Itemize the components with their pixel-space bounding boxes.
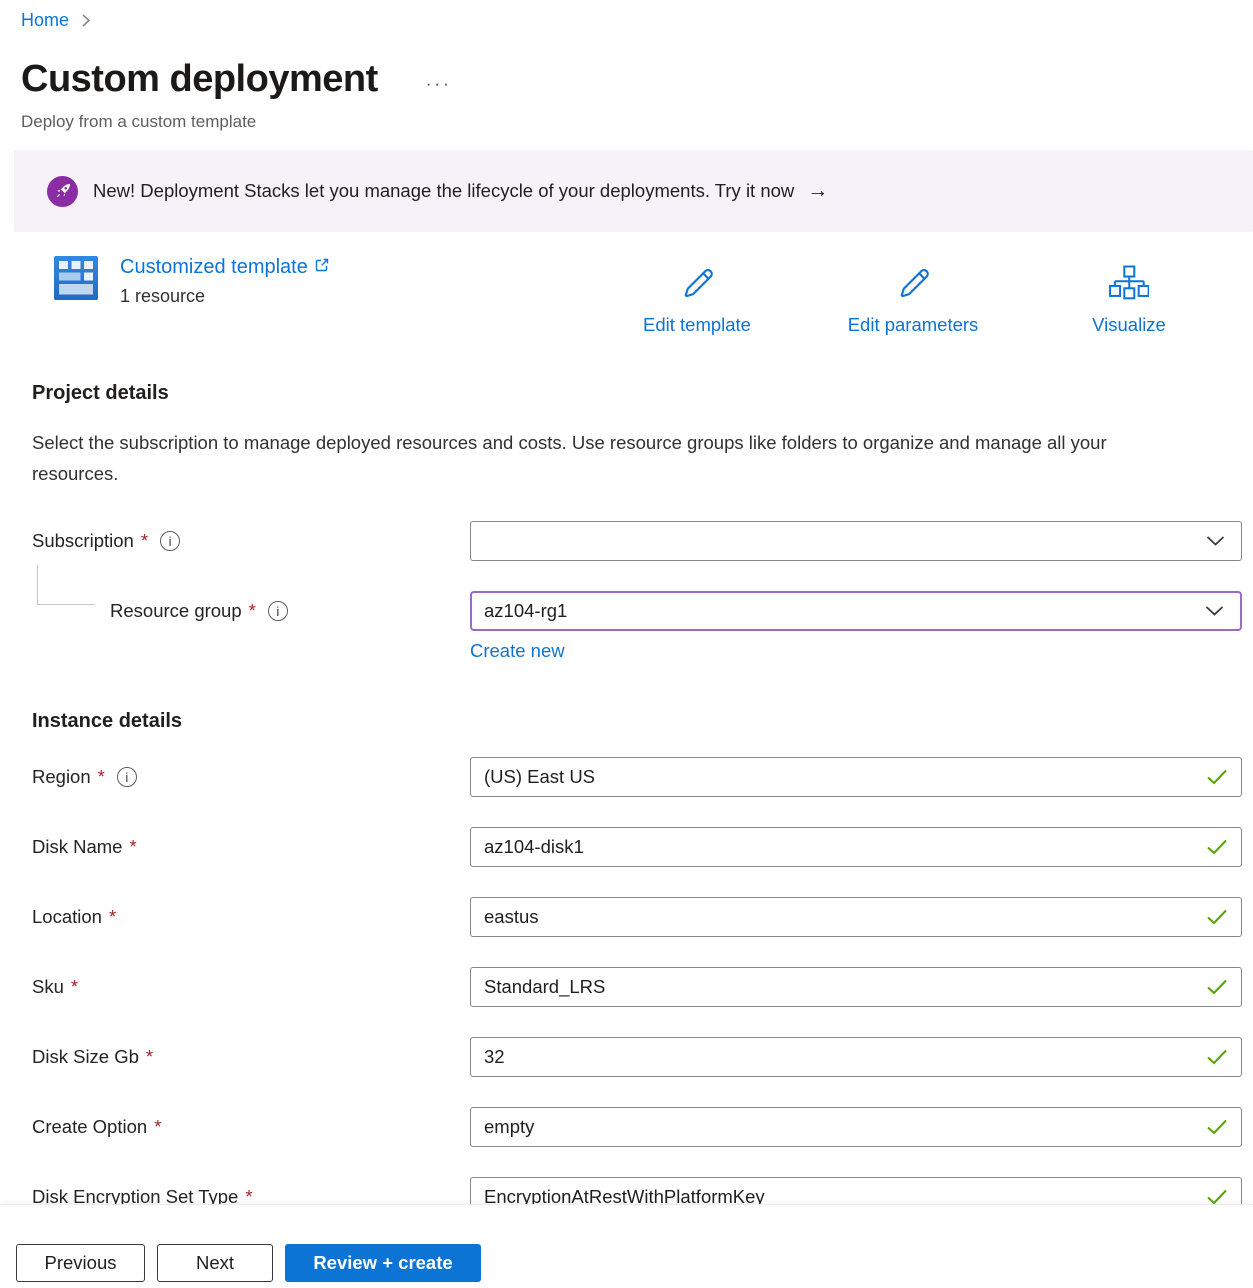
breadcrumb-chevron-icon — [81, 13, 92, 28]
previous-button[interactable]: Previous — [16, 1244, 145, 1282]
region-value: (US) East US — [484, 766, 595, 788]
sku-label: Sku * — [32, 967, 470, 1007]
required-marker: * — [129, 827, 136, 867]
disk-name-label: Disk Name * — [32, 827, 470, 867]
disk-name-value: az104-disk1 — [484, 836, 584, 858]
required-marker: * — [146, 1037, 153, 1077]
breadcrumb-home-link[interactable]: Home — [21, 10, 69, 31]
required-marker: * — [98, 757, 105, 797]
subscription-connector-line — [37, 565, 95, 605]
form-row-sku: Sku * Standard_LRS — [0, 967, 1253, 1007]
required-marker: * — [141, 521, 148, 561]
form-row-disk-size-gb: Disk Size Gb * 32 — [0, 1037, 1253, 1077]
sku-value: Standard_LRS — [484, 976, 605, 998]
disk-size-gb-input[interactable]: 32 — [470, 1037, 1242, 1077]
form-row-location: Location * eastus — [0, 897, 1253, 937]
location-value: eastus — [484, 906, 539, 928]
chevron-down-icon — [1206, 536, 1225, 547]
create-option-input[interactable]: empty — [470, 1107, 1242, 1147]
valid-check-icon — [1206, 839, 1228, 856]
edit-parameters-label: Edit parameters — [848, 314, 979, 336]
required-marker: * — [109, 897, 116, 937]
valid-check-icon — [1206, 769, 1228, 786]
sku-input[interactable]: Standard_LRS — [470, 967, 1242, 1007]
valid-check-icon — [1206, 979, 1228, 996]
region-label: Region * i — [32, 757, 470, 797]
create-option-label: Create Option * — [32, 1107, 470, 1147]
disk-name-input[interactable]: az104-disk1 — [470, 827, 1242, 867]
disk-size-gb-label: Disk Size Gb * — [32, 1037, 470, 1077]
page-subtitle: Deploy from a custom template — [21, 110, 1253, 133]
subscription-label: Subscription * i — [32, 521, 470, 561]
page-title: Custom deployment — [21, 56, 378, 102]
wizard-footer: Previous Next Review + create — [0, 1204, 1253, 1288]
required-marker: * — [154, 1107, 161, 1147]
form-row-subscription: Subscription * i — [0, 521, 1253, 561]
edit-template-button[interactable]: Edit template — [617, 262, 777, 336]
rocket-icon — [47, 176, 78, 207]
visualize-label: Visualize — [1092, 314, 1166, 336]
project-details-heading: Project details — [32, 380, 1253, 406]
edit-pencil-icon — [677, 262, 717, 309]
customized-template-link[interactable]: Customized template — [120, 255, 330, 279]
resource-group-label: Resource group * i — [32, 591, 470, 631]
arrow-right-icon: → — [807, 179, 828, 203]
edit-template-label: Edit template — [643, 314, 751, 336]
edit-parameters-button[interactable]: Edit parameters — [833, 262, 993, 336]
resource-group-dropdown[interactable]: az104-rg1 — [470, 591, 1242, 631]
form-row-create-option: Create Option * empty — [0, 1107, 1253, 1147]
template-name: Customized template — [120, 255, 308, 279]
valid-check-icon — [1206, 1049, 1228, 1066]
location-label: Location * — [32, 897, 470, 937]
resource-count: 1 resource — [120, 286, 330, 307]
review-create-button[interactable]: Review + create — [285, 1244, 481, 1282]
disk-size-gb-value: 32 — [484, 1046, 505, 1068]
edit-pencil-icon — [893, 262, 933, 309]
info-icon[interactable]: i — [117, 767, 137, 787]
breadcrumb: Home — [21, 8, 1253, 32]
create-option-value: empty — [484, 1116, 534, 1138]
banner-message: New! Deployment Stacks let you manage th… — [93, 180, 794, 202]
info-icon[interactable]: i — [268, 601, 288, 621]
external-link-icon — [314, 255, 330, 279]
resource-group-value: az104-rg1 — [484, 600, 567, 622]
more-options-button[interactable]: ··· — [426, 74, 452, 94]
info-icon[interactable]: i — [160, 531, 180, 551]
required-marker: * — [249, 591, 256, 631]
instance-details-heading: Instance details — [32, 707, 1253, 735]
required-marker: * — [71, 967, 78, 1007]
form-row-region: Region * i (US) East US — [0, 757, 1253, 797]
template-icon — [53, 255, 99, 301]
project-details-description: Select the subscription to manage deploy… — [32, 427, 1192, 489]
region-input[interactable]: (US) East US — [470, 757, 1242, 797]
deployment-stacks-banner[interactable]: New! Deployment Stacks let you manage th… — [14, 150, 1253, 232]
form-row-resource-group: Resource group * i az104-rg1 Create new — [0, 591, 1253, 662]
chevron-down-icon — [1205, 606, 1224, 617]
valid-check-icon — [1206, 1189, 1228, 1206]
next-button[interactable]: Next — [157, 1244, 273, 1282]
location-input[interactable]: eastus — [470, 897, 1242, 937]
create-new-link[interactable]: Create new — [470, 640, 565, 662]
valid-check-icon — [1206, 1119, 1228, 1136]
subscription-dropdown[interactable] — [470, 521, 1242, 561]
template-summary: Customized template 1 resource Edit temp… — [53, 255, 1253, 335]
visualize-hierarchy-icon — [1109, 262, 1149, 309]
visualize-button[interactable]: Visualize — [1049, 262, 1209, 336]
valid-check-icon — [1206, 909, 1228, 926]
form-row-disk-name: Disk Name * az104-disk1 — [0, 827, 1253, 867]
